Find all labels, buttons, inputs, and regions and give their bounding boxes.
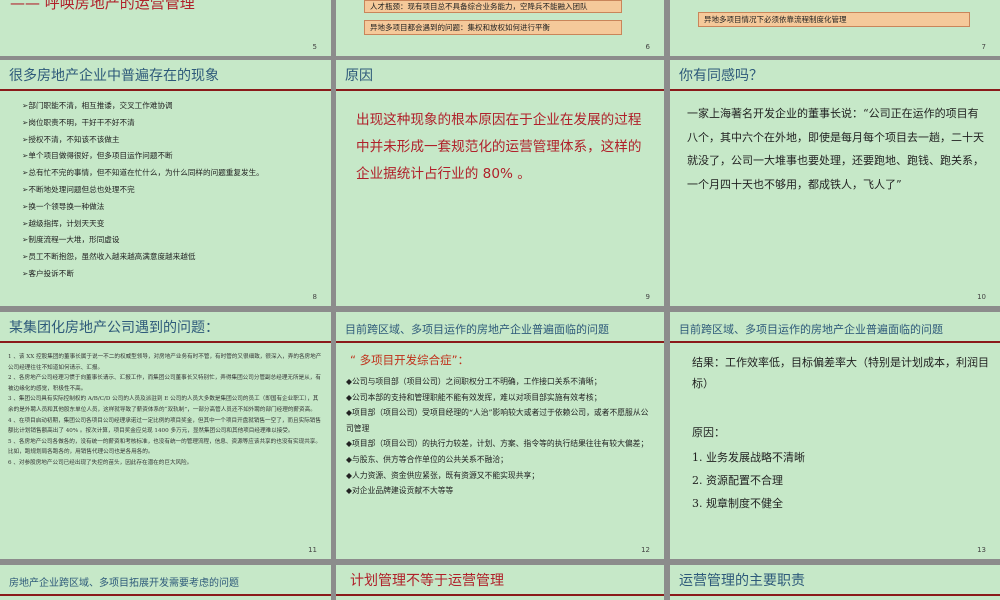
list-item: ➢制度流程一大堆，形同虚设 [22,235,120,245]
page-number: 8 [312,293,317,301]
slide-12[interactable]: 目前跨区域、多项目运作的房地产企业普遍面临的问题 “ 多项目开发综合症”： ◆公… [336,312,664,559]
title-divider [670,89,1000,91]
list-item: ◆人力资源、资金供应紧张，既有资源又不能实现共享； [346,470,540,480]
page-number: 5 [312,43,317,51]
title-divider [336,89,664,91]
reason-heading: 原因： [692,426,725,439]
title-divider [0,341,331,343]
title-divider [0,89,331,91]
list-item: 6 、对参股房地产公司已经出现了失控的苗头，因此存在潜在的巨大风险。 [8,459,193,466]
list-item: 2 、各房地产公司经理习惯于向董事长请示、汇报工作，而集团公司董事长又特别忙，弄… [8,375,321,392]
page-number: 6 [645,43,650,51]
list-item: ➢单个项目做得很好，但多项目运作问题不断 [22,151,173,161]
result-text: 结果：工作效率低，目标偏差率大（特别是计划成本，利润目标） [692,356,989,390]
list-item: 1 、该 XX 控股集团的董事长属于说一不二的权威型领导，对房地产业务有时不管，… [8,354,322,371]
list-item: ◆项目部（项目公司）受项目经理的“人治”影响较大或者过于依赖公司，或者不愿服从公… [346,408,649,433]
list-item: 1. 业务发展战略不清晰 [692,451,805,464]
list-item: ➢岗位职责不明，干好干不好不清 [22,117,135,127]
list-item: ➢越级指挥，计划天天变 [22,218,105,228]
list-item: ➢总有忙不完的事情，但不知道在忙什么，为什么同样的问题重复发生。 [22,168,264,178]
list-item: ➢员工不断抱怨，虽然收入越来越高满意度越来越低 [22,252,196,262]
slide-7[interactable]: 异地多项目情况下必须依靠流程制度化管理 7 [670,0,1000,56]
page-number: 10 [977,293,986,301]
list-item: ◆与股东、供方等合作单位的公共关系不融洽； [346,454,508,464]
list-item: 5 、各房地产公司各做各的，没有统一的薪资和考核标准，也没有统一的管理流程，信息… [8,438,321,456]
list-item: 2. 资源配置不合理 [692,474,783,487]
slide-14[interactable]: 房地产企业跨区域、多项目拓展开发需要考虑的问题 [0,565,331,600]
slide-6[interactable]: 人才瓶颈：现有项目总不具备综合业务能力，空降兵不能融入团队 异地多项目都会遇到的… [336,0,664,56]
slide-title: 某集团化房地产公司遇到的问题： [9,320,219,336]
list-item: ➢换一个领导换一种做法 [22,201,105,211]
problem-list: 1 、该 XX 控股集团的董事长属于说一不二的权威型领导，对房地产业务有时不管，… [8,352,322,469]
reason-list: 1. 业务发展战略不清晰 2. 资源配置不合理 3. 规章制度不健全 [692,446,805,515]
list-item: ➢授权不清，不知该不该做主 [22,134,120,144]
page-number: 13 [977,546,986,554]
page-number: 9 [645,293,650,301]
slide-title: 房地产企业跨区域、多项目拓展开发需要考虑的问题 [9,578,239,589]
list-item: ➢部门职能不清，相互推诿，交叉工作难协调 [22,101,173,110]
list-item: ◆项目部（项目公司）的执行力较差，计划、方案、指令等的执行结果往往有较大偏差； [346,439,649,449]
slide-5[interactable]: —— 呼唤房地产的运营管理 5 [0,0,331,56]
syndrome-heading: “ 多项目开发综合症”： [350,353,470,367]
slide-13[interactable]: 目前跨区域、多项目运作的房地产企业普遍面临的问题 结果：工作效率低，目标偏差率大… [670,312,1000,559]
slide-16[interactable]: 运营管理的主要职责 [670,565,1000,600]
page-number: 11 [308,546,317,554]
text-box: 异地多项目都会遇到的问题：集权和放权如何进行平衡 [364,20,622,35]
slide-title: 你有同感吗？ [679,68,763,84]
slide-9[interactable]: 原因 出现这种现象的根本原因在于企业在发展的过程中并未形成一套规范化的运营管理体… [336,60,664,306]
list-item: 3 、集团公司具有实际控制权的 A/B/C/D 公司的人员及派驻到 E 公司的人… [8,396,319,413]
page-number: 7 [981,43,986,51]
slide-title: 运营管理的主要职责 [679,573,805,589]
bullet-list: ➢部门职能不清，相互推诿，交叉工作难协调 ➢岗位职责不明，干好干不好不清 ➢授权… [22,98,264,283]
slide-title: —— 呼唤房地产的运营管理 [10,0,195,12]
cause-text: 出现这种现象的根本原因在于企业在发展的过程中并未形成一套规范化的运营管理体系，这… [356,112,642,182]
slide-8[interactable]: 很多房地产企业中普遍存在的现象 ➢部门职能不清，相互推诿，交叉工作难协调 ➢岗位… [0,60,331,306]
slide-title: 原因 [345,68,373,84]
slide-11[interactable]: 某集团化房地产公司遇到的问题： 1 、该 XX 控股集团的董事长属于说一不二的权… [0,312,331,559]
list-item: ◆对企业品牌建设贡献不大等等 [346,486,454,496]
list-item: ➢不断地处理问题但总也处理不完 [22,184,135,194]
slide-10[interactable]: 你有同感吗？ 一家上海著名开发企业的董事长说：“公司正在运作的项目有八个，其中六… [670,60,1000,306]
list-item: 3. 规章制度不健全 [692,497,783,510]
title-divider [336,341,664,343]
slide-title: 计划管理不等于运营管理 [350,573,504,589]
quote-text: 一家上海著名开发企业的董事长说：“公司正在运作的项目有八个，其中六个在外地，即使… [687,107,984,191]
slide-title: 目前跨区域、多项目运作的房地产企业普遍面临的问题 [345,323,609,336]
title-divider [0,594,331,596]
diamond-list: ◆公司与项目部（项目公司）之间职权分工不明确，工作接口关系不清晰； ◆公司本部的… [346,374,656,499]
list-item: ◆公司与项目部（项目公司）之间职权分工不明确，工作接口关系不清晰； [346,377,602,386]
title-divider [670,341,1000,343]
text-box: 异地多项目情况下必须依靠流程制度化管理 [698,12,970,27]
page-number: 12 [641,546,650,554]
list-item: ➢客户投诉不断 [22,268,74,278]
text-box: 人才瓶颈：现有项目总不具备综合业务能力，空降兵不能融入团队 [364,0,622,13]
slide-15[interactable]: 计划管理不等于运营管理 [336,565,664,600]
slide-title: 目前跨区域、多项目运作的房地产企业普遍面临的问题 [679,323,943,336]
list-item: 4 、在项目启动初期，集团公司各项目公司经理承诺过一定比例的项目奖金，但其中一个… [8,417,321,435]
slide-title: 很多房地产企业中普遍存在的现象 [9,68,219,84]
title-divider [670,594,1000,596]
title-divider [336,594,664,596]
list-item: ◆公司本部的支持和管理职能不能有效发挥，难以对项目部实施有效考核； [346,392,602,402]
